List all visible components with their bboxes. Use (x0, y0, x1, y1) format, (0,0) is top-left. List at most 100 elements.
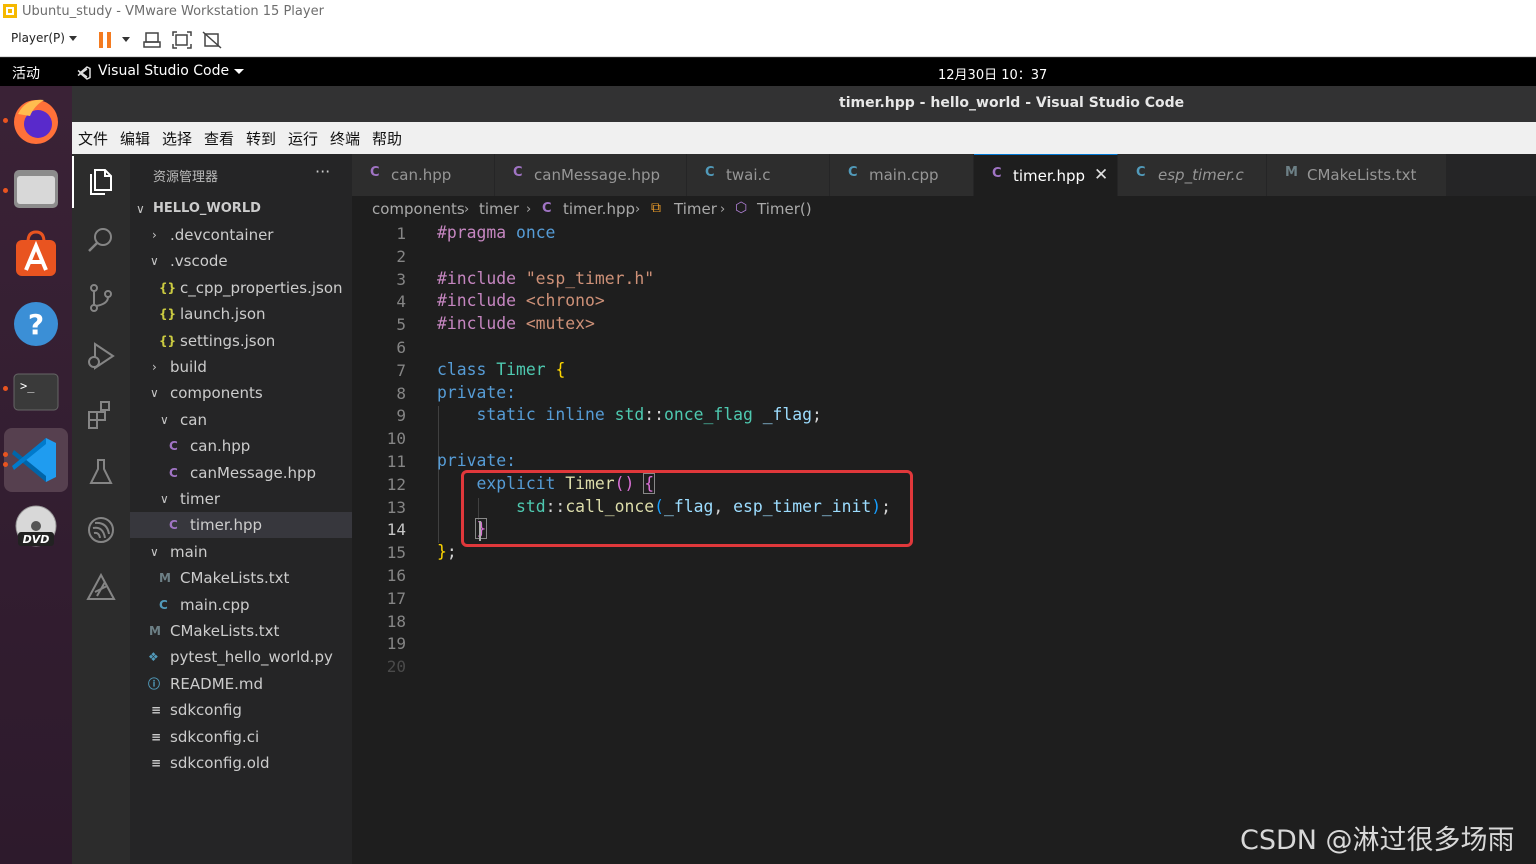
vmware-title-bar: Ubuntu_study - VMware Workstation 15 Pla… (0, 0, 1536, 23)
tab-canmessage-hpp[interactable]: C canMessage.hpp (495, 154, 687, 196)
tree-item-label: timer (180, 490, 221, 508)
tab-twai-c[interactable]: C twai.c (687, 154, 830, 196)
send-ctrl-alt-del-icon[interactable] (143, 31, 163, 49)
line-number: 2 (396, 247, 406, 266)
line-number: 13 (386, 498, 406, 517)
lines-icon: ≡ (151, 756, 162, 770)
window-title: timer.hpp - hello_world - Visual Studio … (839, 95, 1185, 111)
tree-item-can[interactable]: ∨ can (130, 407, 352, 433)
tree-item-sdkconfig-ci[interactable]: ≡ sdkconfig.ci (130, 724, 352, 750)
unity-mode-icon[interactable] (202, 31, 222, 49)
tree-item-main-cmakelists[interactable]: M CMakeLists.txt (130, 565, 352, 591)
software-center-icon[interactable] (8, 228, 64, 284)
tree-item-label: CMakeLists.txt (170, 622, 280, 640)
tree-item-components[interactable]: ∨ components (130, 380, 352, 406)
tab-main-cpp[interactable]: C main.cpp (830, 154, 974, 196)
breadcrumb-item[interactable]: Timer (674, 200, 717, 218)
tree-item-root-cmakelists[interactable]: M CMakeLists.txt (130, 618, 352, 644)
menu-edit[interactable]: 编辑 (120, 128, 150, 149)
breadcrumb-item[interactable]: timer (479, 200, 519, 218)
annotation-highlight-box (461, 470, 913, 547)
pause-dropdown-icon[interactable] (121, 37, 131, 43)
tree-item-timer-folder[interactable]: ∨ timer (130, 486, 352, 512)
line-number: 17 (386, 589, 406, 608)
tree-item-c-cpp-properties[interactable]: {} c_cpp_properties.json (130, 275, 352, 301)
player-menu-button[interactable]: Player(P) (11, 31, 77, 45)
testing-flask-icon[interactable] (85, 456, 117, 488)
code-token: class (437, 360, 497, 379)
menu-go[interactable]: 转到 (246, 128, 276, 149)
more-actions-icon[interactable]: ··· (315, 162, 330, 181)
code-line: static inline std::once_flag _flag; (437, 405, 821, 424)
tree-item-pytest[interactable]: ❖ pytest_hello_world.py (130, 644, 352, 670)
code-token: "esp_timer.h" (525, 269, 655, 288)
tab-label: twai.c (726, 166, 771, 184)
code-token: :: (644, 405, 664, 424)
run-debug-icon[interactable] (85, 340, 117, 372)
tab-label: can.hpp (391, 166, 452, 184)
menu-help[interactable]: 帮助 (372, 128, 402, 149)
tree-root-folder[interactable]: ∨ HELLO_WORLD (130, 196, 352, 222)
extensions-icon[interactable] (85, 398, 117, 430)
cmake-icon: M (159, 571, 171, 585)
source-control-icon[interactable] (85, 282, 117, 314)
search-icon[interactable] (85, 224, 117, 256)
tree-item-sdkconfig-old[interactable]: ≡ sdkconfig.old (130, 750, 352, 776)
menu-selection[interactable]: 选择 (162, 128, 192, 149)
clock[interactable]: 12月30日 10：37 (938, 64, 1047, 83)
breadcrumb-item[interactable]: timer.hpp (563, 200, 635, 218)
cpp-icon: C (169, 518, 178, 532)
breadcrumb-item[interactable]: components (372, 200, 465, 218)
tab-cmakelists[interactable]: M CMakeLists.txt (1267, 154, 1447, 196)
activities-button[interactable]: 活动 (12, 63, 40, 83)
files-icon[interactable] (8, 160, 64, 216)
tab-label: esp_timer.c (1158, 166, 1244, 184)
app-menu-button[interactable]: Visual Studio Code (98, 63, 245, 79)
tree-item-label: can.hpp (190, 437, 251, 455)
firefox-icon[interactable] (8, 92, 64, 148)
tree-item-can-hpp[interactable]: C can.hpp (130, 433, 352, 459)
tree-item-devcontainer[interactable]: › .devcontainer (130, 222, 352, 248)
breadcrumb-item[interactable]: Timer() (757, 200, 812, 218)
tree-item-main-cpp[interactable]: C main.cpp (130, 592, 352, 618)
menu-file[interactable]: 文件 (78, 128, 108, 149)
tree-item-build[interactable]: › build (130, 354, 352, 380)
platformio-icon[interactable] (85, 572, 117, 604)
code-token: #include (437, 291, 526, 310)
caret-down-icon (234, 69, 245, 74)
help-icon[interactable]: ? (8, 296, 64, 352)
tree-item-timer-hpp[interactable]: C timer.hpp (130, 512, 352, 538)
code-token: #pragma (437, 223, 516, 242)
tab-label: main.cpp (869, 166, 939, 184)
vscode-icon[interactable] (8, 432, 64, 488)
caret-down-icon (68, 36, 77, 41)
dvd-icon[interactable]: DVD (8, 500, 64, 556)
tree-item-canmessage-hpp[interactable]: C canMessage.hpp (130, 460, 352, 486)
line-number: 18 (386, 612, 406, 631)
fullscreen-icon[interactable] (172, 31, 192, 49)
vmware-window-title: Ubuntu_study - VMware Workstation 15 Pla… (22, 4, 324, 19)
tab-timer-hpp[interactable]: C timer.hpp ✕ (974, 154, 1118, 196)
chevron-right-icon: › (152, 360, 157, 374)
tab-can-hpp[interactable]: C can.hpp (352, 154, 495, 196)
tab-esp-timer-c[interactable]: C esp_timer.c (1118, 154, 1267, 196)
menu-run[interactable]: 运行 (288, 128, 318, 149)
tree-item-launch-json[interactable]: {} launch.json (130, 301, 352, 327)
menu-terminal[interactable]: 终端 (330, 128, 360, 149)
tree-item-main-folder[interactable]: ∨ main (130, 539, 352, 565)
espressif-icon[interactable] (85, 514, 117, 546)
tree-item-readme[interactable]: ⓘ README.md (130, 671, 352, 697)
code-line: #include "esp_timer.h" (437, 269, 654, 288)
line-number: 8 (396, 384, 406, 403)
tree-item-sdkconfig[interactable]: ≡ sdkconfig (130, 697, 352, 723)
close-icon[interactable]: ✕ (1094, 165, 1108, 185)
tree-item-settings-json[interactable]: {} settings.json (130, 328, 352, 354)
pause-icon[interactable] (97, 31, 113, 49)
tree-item-vscode[interactable]: ∨ .vscode (130, 248, 352, 274)
watermark: CSDN @淋过很多场雨 (1240, 825, 1515, 856)
terminal-icon[interactable]: >_ (8, 364, 64, 420)
menu-view[interactable]: 查看 (204, 128, 234, 149)
tree-item-label: timer.hpp (190, 516, 262, 534)
explorer-icon[interactable] (85, 166, 117, 198)
